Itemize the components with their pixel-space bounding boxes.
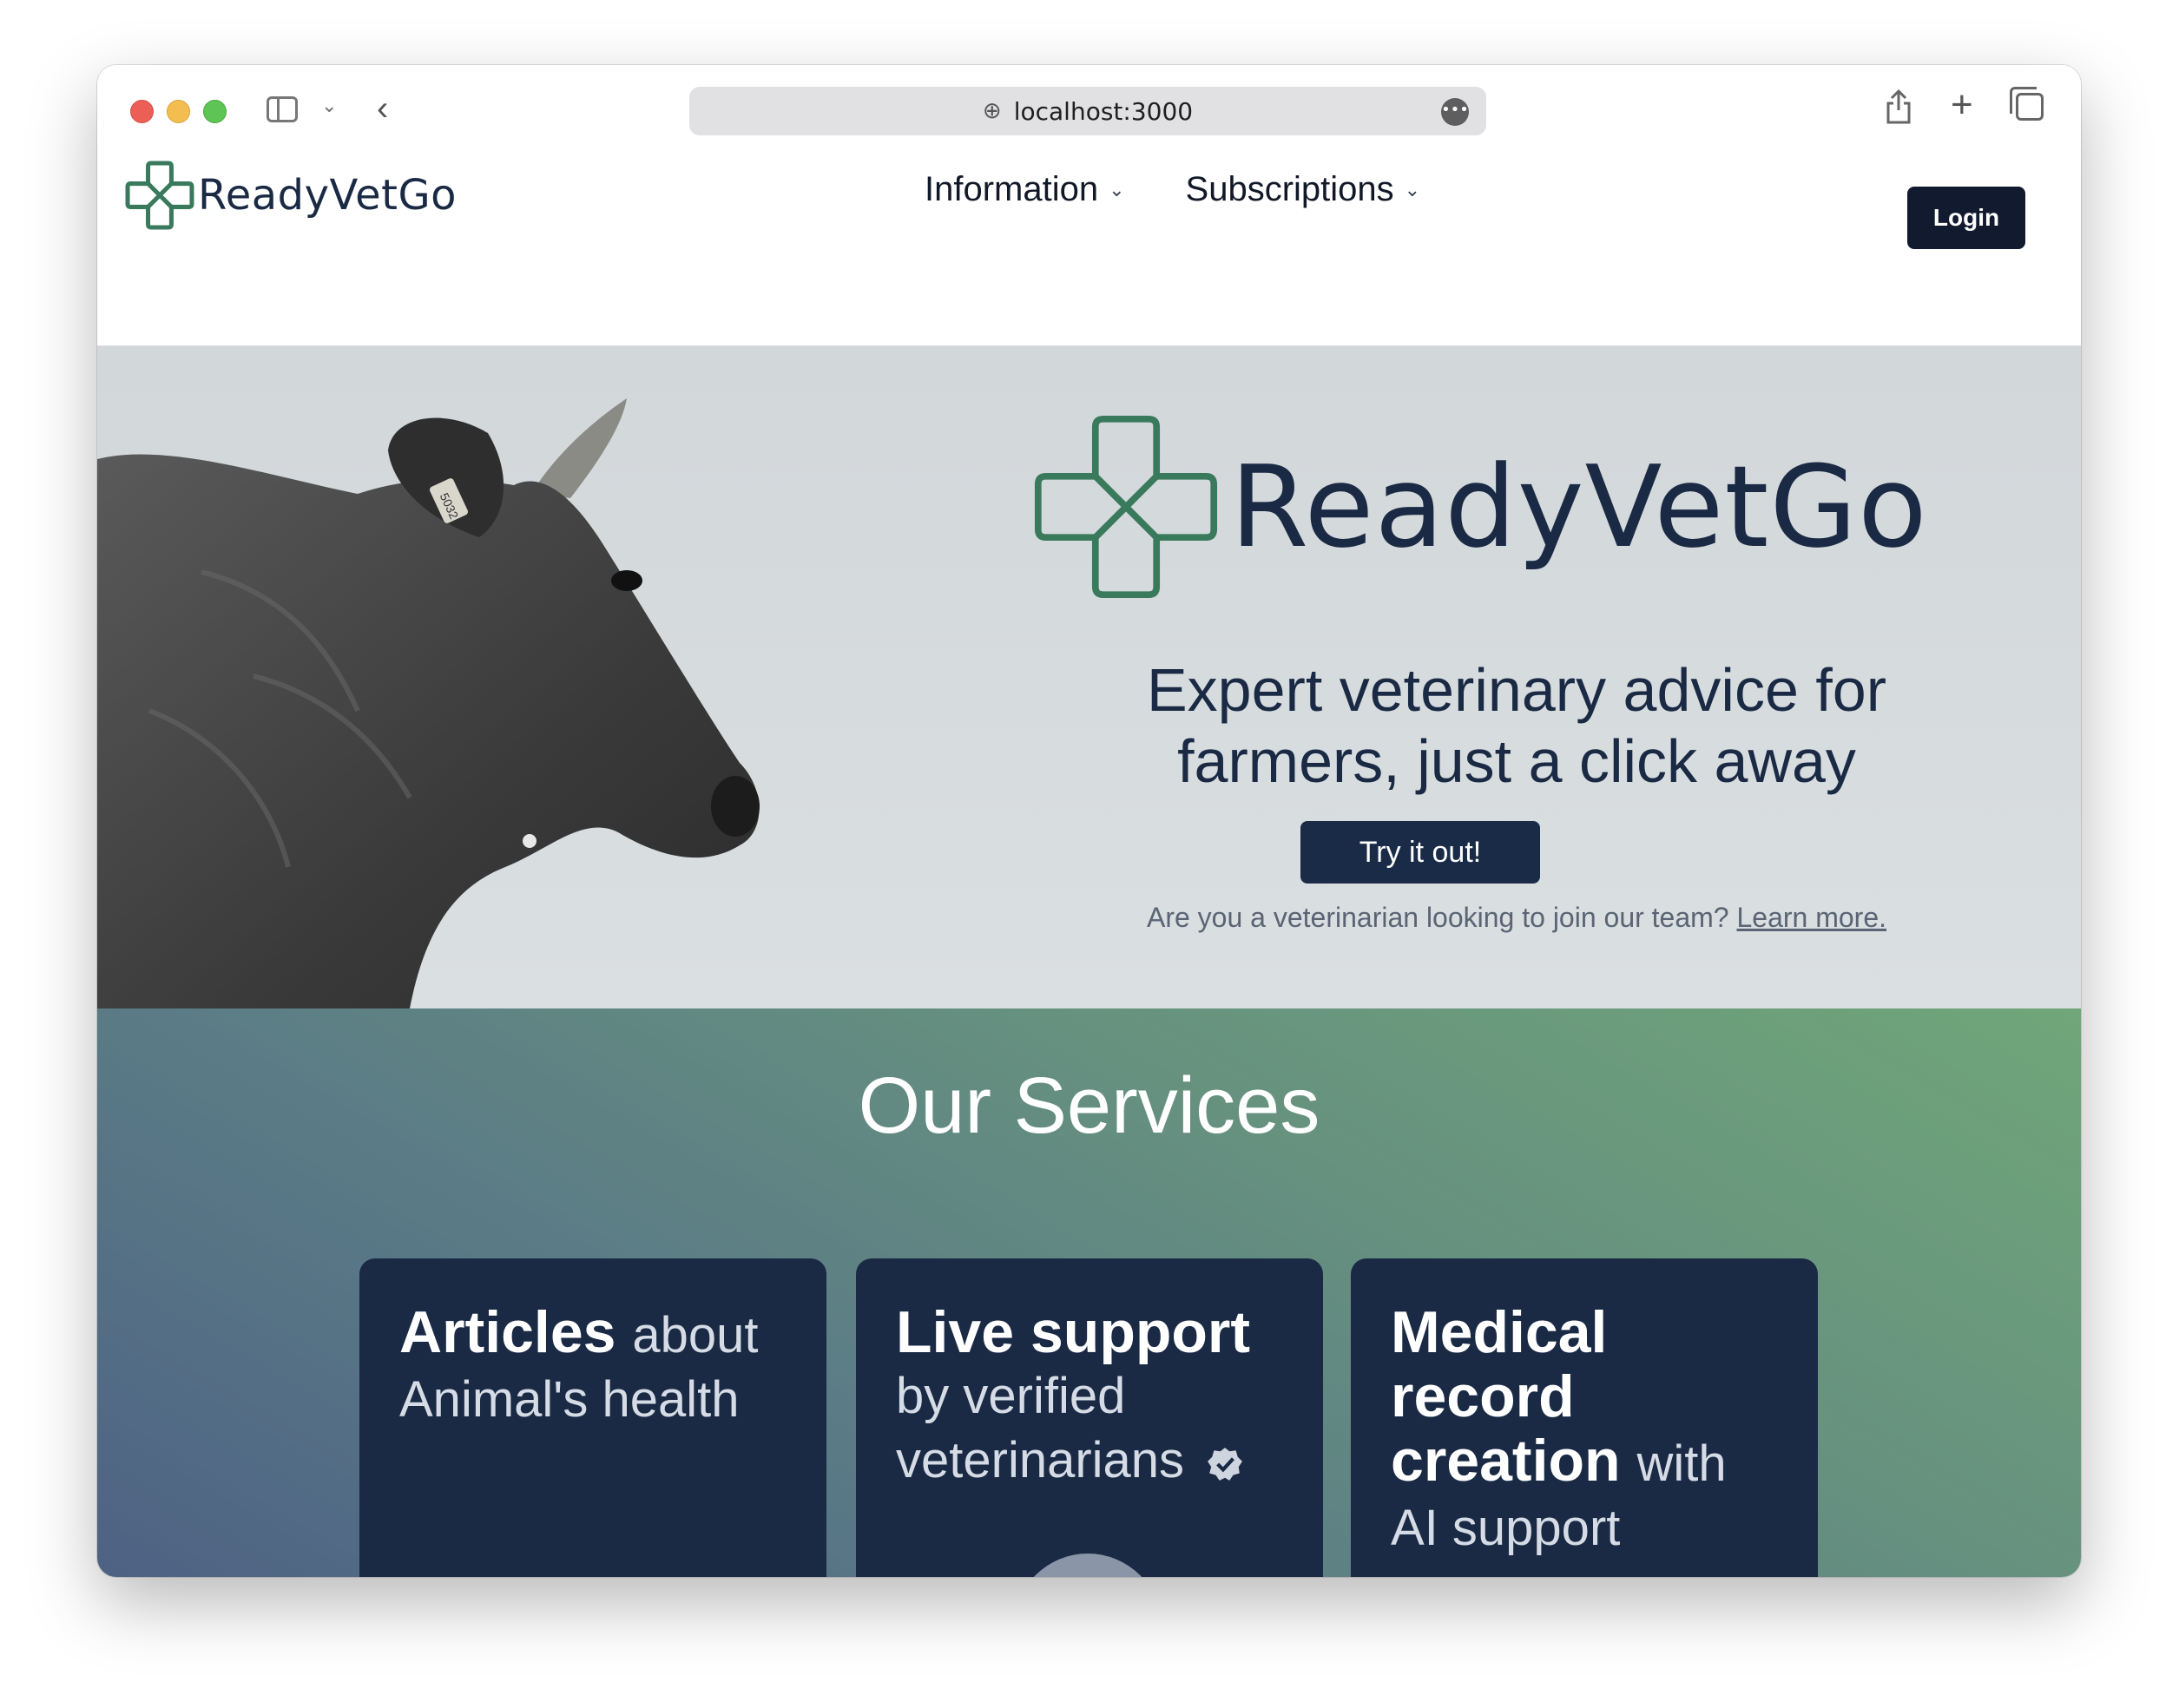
hero-logo: ReadyVetGo	[1030, 411, 1928, 602]
brand-logo[interactable]: ReadyVetGo	[123, 159, 457, 232]
main-menu: Information ⌄ Subscriptions ⌄	[925, 170, 1420, 209]
chevron-down-icon: ⌄	[1109, 178, 1125, 200]
globe-icon: ⊕	[982, 98, 1002, 124]
cow-image: 5032	[97, 398, 760, 1008]
vet-recruit-prompt: Are you a veterinarian looking to join o…	[1146, 902, 1729, 933]
url-text: localhost:3000	[1013, 96, 1194, 126]
close-window-button[interactable]	[130, 100, 154, 123]
browser-window: ⌄ ‹ ⊕ localhost:3000 ••• + ReadyVetGo In…	[97, 65, 2081, 1577]
card-medical-title-2: record	[1391, 1363, 1575, 1429]
card-medical-title-1: Medical	[1391, 1299, 1608, 1365]
back-icon[interactable]: ‹	[377, 91, 388, 126]
address-bar[interactable]: ⊕ localhost:3000 •••	[689, 87, 1486, 135]
hero-section: 5032 ReadyVetGo Expert veterinary advice…	[97, 346, 2081, 1008]
chevron-down-icon[interactable]: ⌄	[321, 96, 337, 115]
card-medical-title-3: creation	[1391, 1428, 1621, 1494]
card-live-title: Live support	[896, 1299, 1251, 1365]
more-options-icon[interactable]: •••	[1441, 98, 1469, 126]
verified-badge-icon	[1208, 1447, 1243, 1481]
plus-icon[interactable]: +	[1951, 86, 1973, 124]
chevron-down-icon: ⌄	[1404, 178, 1421, 200]
login-button[interactable]: Login	[1907, 187, 2025, 249]
hero-tagline: Expert veterinary advice for farmers, ju…	[1009, 654, 2024, 797]
card-articles-title: Articles	[399, 1299, 616, 1365]
services-title: Our Services	[858, 1061, 1320, 1150]
card-medical-sub1: with	[1636, 1435, 1727, 1492]
service-card-articles[interactable]: Articles about Animal's health	[359, 1258, 826, 1577]
learn-more-link[interactable]: Learn more.	[1736, 902, 1886, 933]
card-articles-sub2: Animal's health	[399, 1371, 740, 1428]
menu-information[interactable]: Information ⌄	[925, 170, 1125, 209]
tagline-line-1: Expert veterinary advice for	[1146, 656, 1887, 724]
browser-toolbar: ⌄ ‹ ⊕ localhost:3000 ••• +	[97, 65, 2081, 157]
services-section: Our Services Articles about Animal's hea…	[97, 1008, 2081, 1577]
menu-subscriptions-label: Subscriptions	[1185, 170, 1394, 208]
cross-logo-icon	[125, 161, 194, 230]
card-articles-sub1: about	[632, 1307, 759, 1363]
service-card-live-support[interactable]: Live support by verified veterinarians	[856, 1258, 1323, 1577]
try-it-out-button[interactable]: Try it out!	[1300, 821, 1540, 884]
menu-information-label: Information	[925, 170, 1099, 208]
cross-logo-icon	[1034, 415, 1218, 599]
sidebar-icon[interactable]	[267, 96, 298, 122]
hero-brand-name: ReadyVetGo	[1230, 441, 1928, 573]
brand-name: ReadyVetGo	[198, 171, 458, 220]
zoom-window-button[interactable]	[203, 100, 227, 123]
share-icon[interactable]	[1886, 89, 1912, 124]
minimize-window-button[interactable]	[167, 100, 190, 123]
menu-subscriptions[interactable]: Subscriptions ⌄	[1186, 170, 1421, 209]
avatar	[1014, 1554, 1162, 1577]
tabs-overview-icon[interactable]	[2010, 87, 2044, 121]
card-medical-sub2: AI support	[1391, 1500, 1621, 1556]
service-card-medical-record[interactable]: Medical record creation with AI support	[1351, 1258, 1818, 1577]
card-live-sub1: by verified	[896, 1368, 1126, 1424]
card-live-sub2-row: veterinarians	[896, 1429, 1283, 1493]
card-live-sub2: veterinarians	[896, 1432, 1185, 1488]
window-controls	[130, 100, 227, 123]
vet-recruit-text: Are you a veterinarian looking to join o…	[1009, 902, 2024, 934]
tagline-line-2: farmers, just a click away	[1177, 727, 1856, 795]
